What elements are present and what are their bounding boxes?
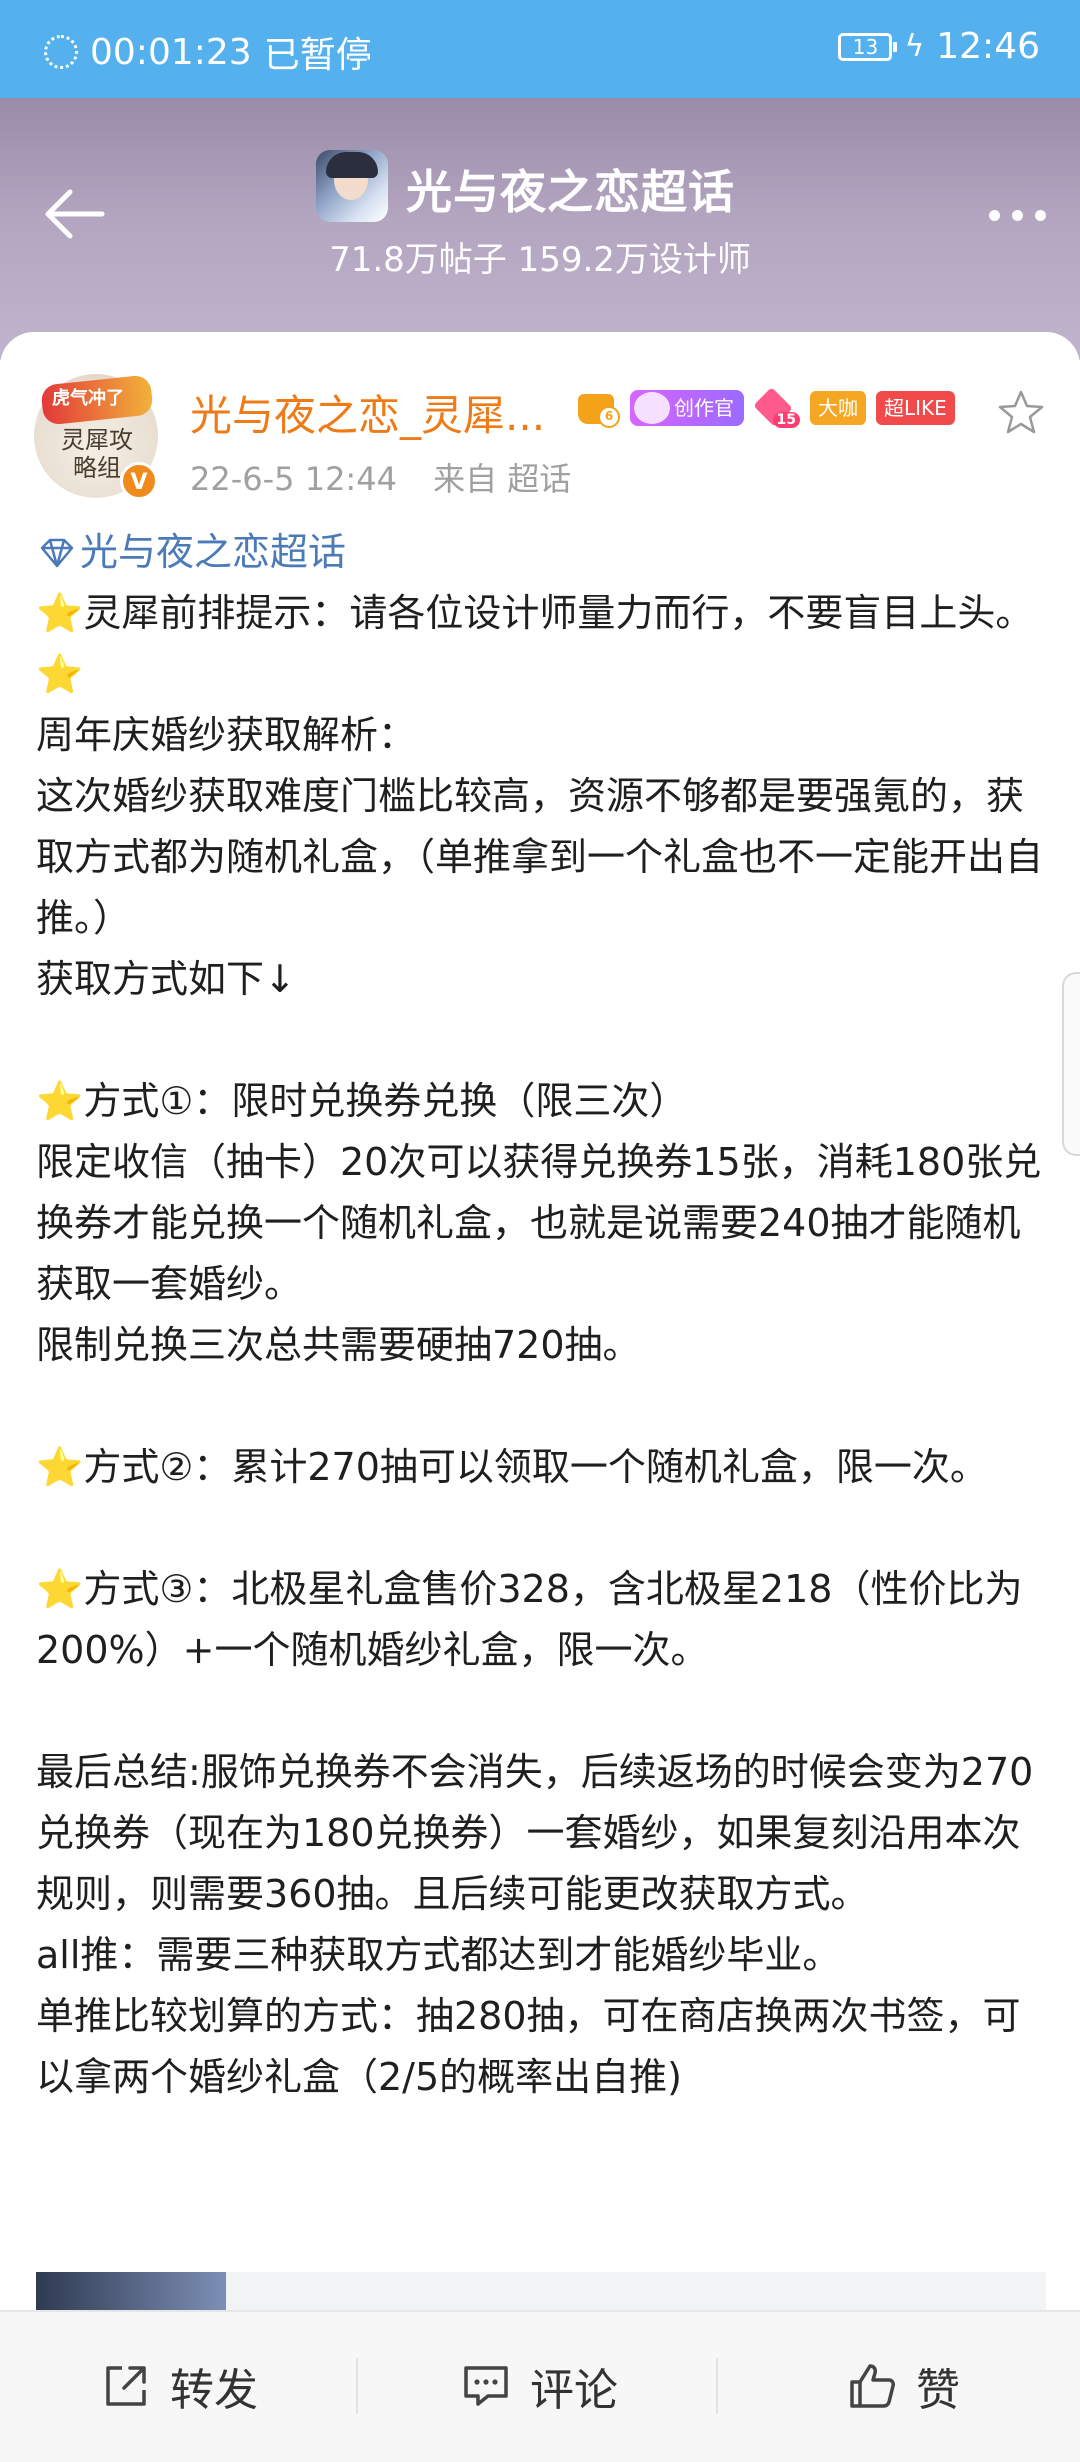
post-image-strip[interactable] <box>36 2272 1046 2312</box>
verified-badge: V <box>120 462 158 500</box>
recording-state: 已暂停 <box>263 35 372 76</box>
thumbs-up-icon <box>850 2364 895 2408</box>
post-line: ⭐方式③：北极星礼盒售价328，含北极星218（性价比为200%）+一个随机婚纱… <box>36 1567 1023 1672</box>
post-meta: 22-6-5 12:44 来自 超话 <box>190 454 571 500</box>
author-name[interactable]: 光与夜之恋_灵犀... <box>190 382 545 443</box>
topic-stats: 71.8万帖子 159.2万设计师 <box>0 232 1080 281</box>
avatar-banner-text: 虎气冲了 <box>52 388 124 409</box>
author-badges: 6 创作官 15 大咖 超LIKE <box>576 387 955 428</box>
page-title: 光与夜之恋超话 <box>406 165 735 219</box>
level-badge[interactable]: 15 <box>753 387 800 428</box>
post-line: 限制兑换三次总共需要硬抽720抽。 <box>36 1323 641 1367</box>
clock: 12:46 <box>936 26 1040 67</box>
comment-icon <box>464 2366 508 2406</box>
recording-icon <box>44 35 78 69</box>
post-line: 周年庆婚纱获取解析： <box>36 713 417 757</box>
post-source: 来自 超话 <box>433 460 572 498</box>
like-button[interactable]: 赞 <box>846 2354 960 2418</box>
post-line: ⭐方式②：累计270抽可以领取一个随机礼盒，限一次。 <box>36 1445 988 1489</box>
creator-badge-icon <box>634 392 670 424</box>
divider <box>716 2358 718 2414</box>
post-card: 虎气冲了 灵犀攻略组 V 光与夜之恋_灵犀... 6 创作官 15 大咖 超LI… <box>0 332 1080 2312</box>
post-count: 71.8万帖子 <box>329 240 507 280</box>
battery-icon: 13 <box>838 32 898 61</box>
designer-count: 159.2万设计师 <box>517 240 751 280</box>
charging-icon: ϟ <box>904 29 925 64</box>
repost-label: 转发 <box>170 2365 258 2416</box>
topic-avatar <box>316 150 388 222</box>
post-line: ⭐方式①：限时兑换券兑换（限三次） <box>36 1079 688 1123</box>
creator-badge-label: 创作官 <box>674 396 734 420</box>
bottom-action-bar: 转发 评论 赞 <box>0 2310 1080 2462</box>
repost-button[interactable]: 转发 <box>100 2354 258 2418</box>
comment-button[interactable]: 评论 <box>460 2354 618 2418</box>
crown-badge-level: 6 <box>598 406 620 428</box>
level-badge-number: 15 <box>772 412 800 428</box>
recording-timer: 00:01:23 <box>90 31 252 73</box>
post-date: 22-6-5 12:44 <box>190 460 397 498</box>
post-line: 最后总结:服饰兑换券不会消失，后续返场的时候会变为270兑换券（现在为180兑换… <box>36 1750 1034 1916</box>
post-body: 光与夜之恋超话 ⭐灵犀前排提示：请各位设计师量力而行，不要盲目上头。⭐ 周年庆婚… <box>36 522 1046 2108</box>
system-status: 13 ϟ 12:46 <box>838 26 1040 67</box>
like-label: 赞 <box>916 2365 960 2416</box>
topic-diamond-icon <box>40 538 74 567</box>
author-avatar[interactable]: 虎气冲了 灵犀攻略组 V <box>34 374 158 500</box>
divider <box>356 2358 358 2414</box>
dk-badge[interactable]: 大咖 <box>810 391 866 425</box>
super-like-badge[interactable]: 超LIKE <box>876 391 955 425</box>
post-line: ⭐灵犀前排提示：请各位设计师量力而行，不要盲目上头。⭐ <box>36 591 1034 696</box>
status-bar: 00:01:23 已暂停 13 ϟ 12:46 <box>0 0 1080 98</box>
side-drawer-handle[interactable] <box>1062 972 1080 1156</box>
recording-status: 00:01:23 已暂停 <box>44 26 372 78</box>
post-line-blank <box>36 1681 1046 1742</box>
post-line: 单推比较划算的方式：抽280抽，可在商店换两次书签，可以拿两个婚纱礼盒（2/5的… <box>36 1994 1021 2099</box>
post-line-blank <box>36 1498 1046 1559</box>
comment-label: 评论 <box>530 2365 618 2416</box>
post-line: 这次婚纱获取难度门槛比较高，资源不够都是要强氪的，获取方式都为随机礼盒，（单推拿… <box>36 774 1044 940</box>
topic-link-text: 光与夜之恋超话 <box>80 530 347 574</box>
repost-icon <box>106 2366 146 2406</box>
topic-link[interactable]: 光与夜之恋超话 <box>36 522 1046 583</box>
favorite-star-icon[interactable] <box>996 388 1046 438</box>
post-image-thumbnail[interactable] <box>36 2272 226 2312</box>
topic-header: 光与夜之恋超话 71.8万帖子 159.2万设计师 <box>0 98 1080 360</box>
post-line: 限定收信（抽卡）20次可以获得兑换券15张，消耗180张兑换券才能兑换一个随机礼… <box>36 1140 1042 1306</box>
post-line-blank <box>36 1010 1046 1071</box>
more-options-icon[interactable] <box>989 210 1046 221</box>
post-line-blank <box>36 1376 1046 1437</box>
post-line: all推：需要三种获取方式都达到才能婚纱毕业。 <box>36 1933 841 1977</box>
creator-badge[interactable]: 创作官 <box>630 390 744 426</box>
crown-badge[interactable]: 6 <box>576 388 620 428</box>
post-line: 获取方式如下↓ <box>36 957 296 1001</box>
